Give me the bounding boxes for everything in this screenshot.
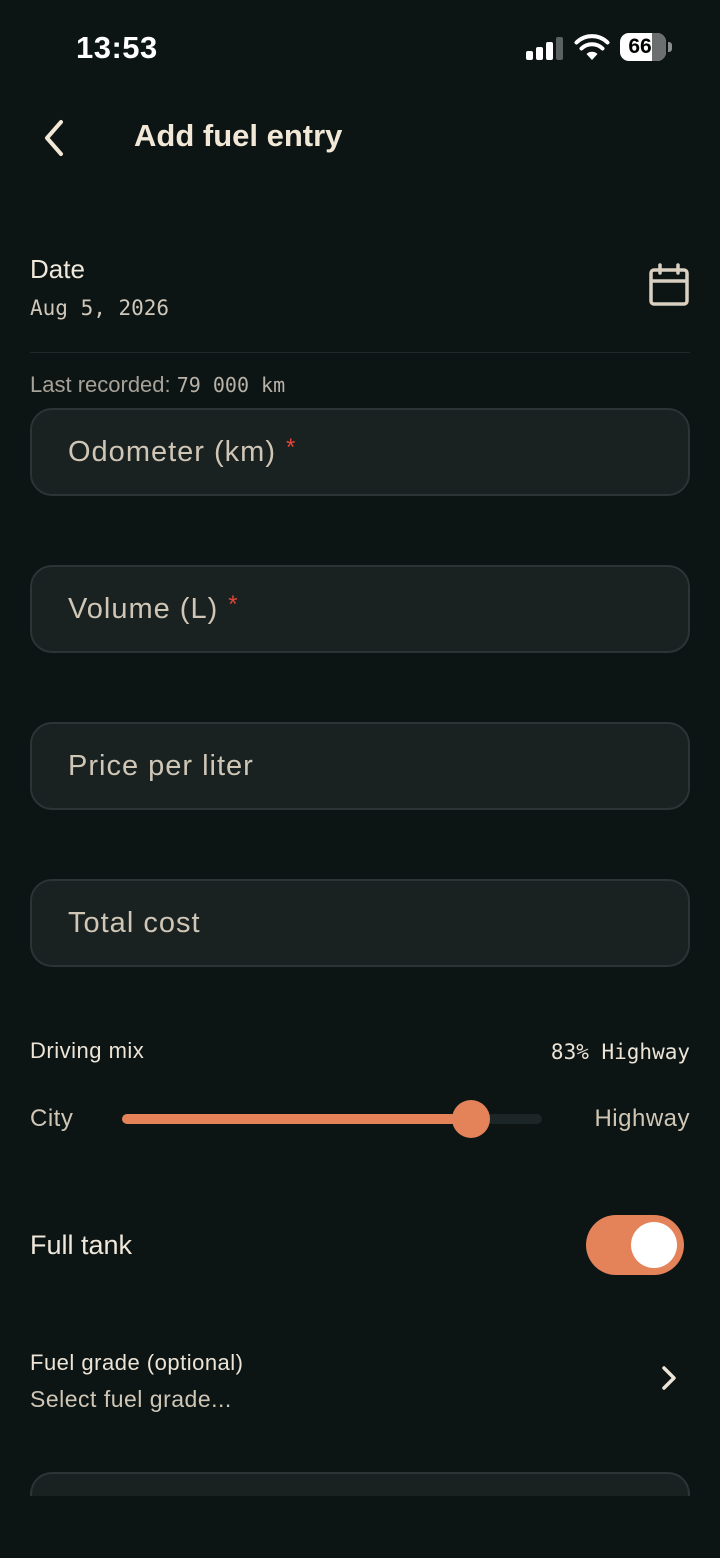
date-label: Date: [30, 254, 85, 284]
driving-mix-slider[interactable]: [122, 1100, 542, 1138]
volume-field[interactable]: Volume (L) *: [30, 565, 690, 653]
battery-indicator: 66: [620, 33, 666, 61]
calendar-button[interactable]: [646, 262, 692, 310]
battery-level: 66: [628, 35, 652, 58]
driving-mix-value: 83% Highway: [550, 1040, 690, 1064]
wifi-icon: [574, 34, 610, 60]
slider-fill: [122, 1114, 471, 1124]
slider-min-label: City: [30, 1105, 74, 1132]
toggle-knob: [631, 1222, 677, 1268]
status-time: 13:53: [76, 30, 158, 65]
slider-thumb[interactable]: [451, 1100, 490, 1138]
calendar-icon: [649, 263, 689, 306]
total-placeholder: Total cost: [68, 906, 201, 939]
volume-required-mark: *: [228, 591, 239, 618]
volume-placeholder: Volume (L): [68, 592, 219, 625]
slider-max-label: Highway: [594, 1105, 690, 1132]
page-title: Add fuel entry: [134, 118, 343, 153]
price-per-liter-field[interactable]: Price per liter: [30, 722, 690, 810]
chevron-left-icon: [45, 120, 63, 156]
fuel-grade-label: Fuel grade (optional): [30, 1350, 244, 1375]
odometer-field[interactable]: Odometer (km) *: [30, 408, 690, 496]
fuel-grade-value[interactable]: Select fuel grade...: [30, 1386, 232, 1413]
odometer-required-mark: *: [285, 434, 297, 461]
price-placeholder: Price per liter: [68, 749, 254, 782]
next-field-partial[interactable]: [30, 1472, 690, 1496]
odometer-placeholder: Odometer (km): [68, 435, 276, 468]
cellular-signal-icon: [526, 36, 564, 60]
last-recorded-hint: Last recorded: 79 000 km: [30, 372, 285, 398]
chevron-right-icon[interactable]: [656, 1364, 682, 1392]
back-button[interactable]: [28, 112, 80, 164]
full-tank-label: Full tank: [30, 1230, 133, 1260]
total-cost-field[interactable]: Total cost: [30, 879, 690, 967]
battery-nub: [668, 42, 672, 52]
full-tank-toggle[interactable]: [586, 1215, 684, 1275]
last-recorded-prefix: Last recorded:: [30, 372, 171, 397]
date-divider: [30, 352, 690, 353]
driving-mix-label: Driving mix: [30, 1038, 145, 1063]
date-value[interactable]: Aug 5, 2026: [30, 296, 169, 320]
last-recorded-value: 79 000 km: [176, 373, 286, 397]
